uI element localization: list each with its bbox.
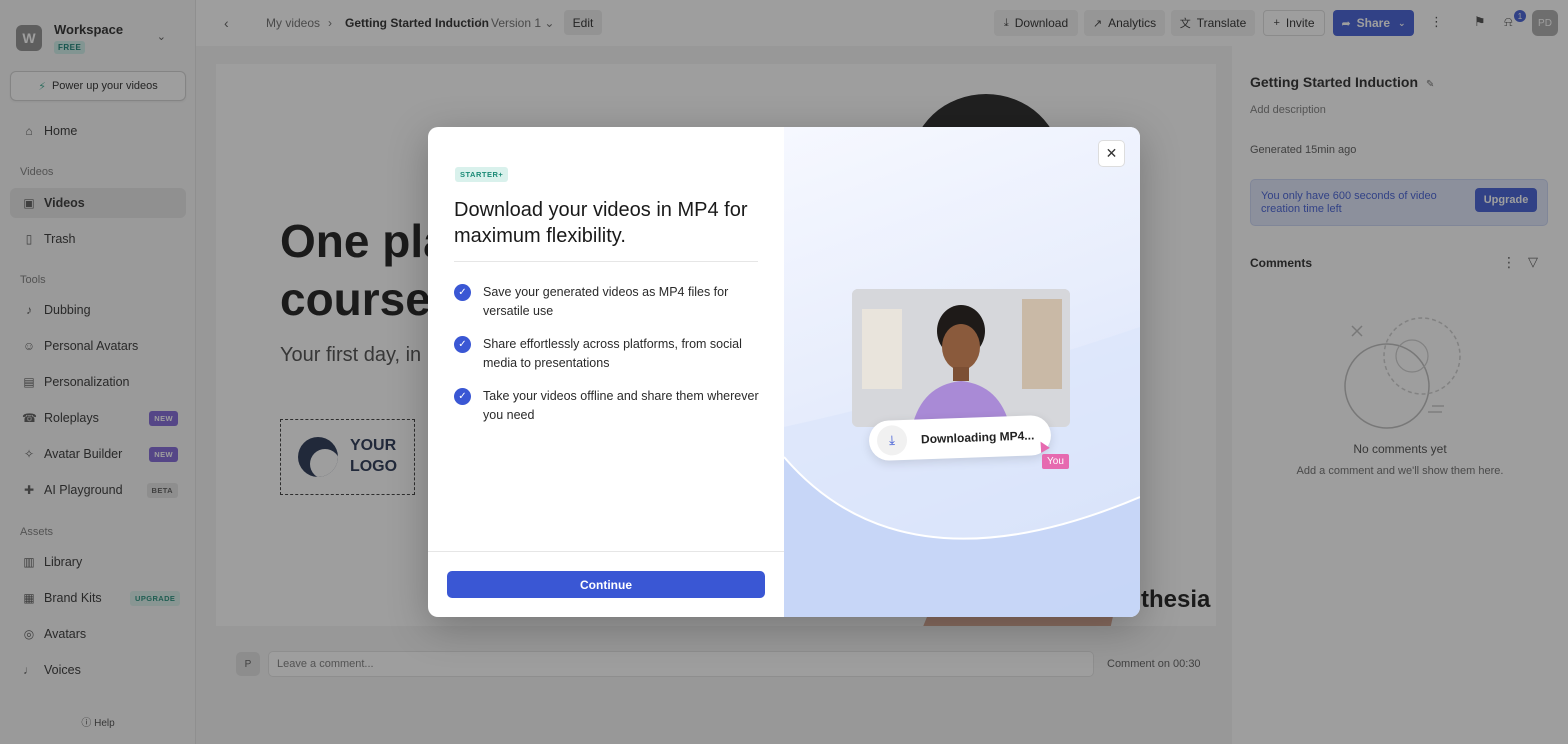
divider [454, 261, 758, 262]
close-icon: ✕ [1105, 145, 1118, 161]
check-icon: ✓ [454, 284, 471, 301]
modal-title: Download your videos in MP4 for maximum … [454, 199, 748, 247]
upgrade-modal: STARTER+ Download your videos in MP4 for… [428, 127, 1140, 617]
feature-text: Share effortlessly across platforms, fro… [483, 337, 742, 371]
feature-text: Take your videos offline and share them … [483, 389, 759, 423]
woman-avatar-image [852, 289, 1070, 427]
cursor-label: You [1042, 454, 1069, 469]
divider [428, 551, 784, 552]
feature-item: ✓ Share effortlessly across platforms, f… [454, 335, 764, 374]
close-button[interactable]: ✕ [1098, 140, 1125, 167]
feature-item: ✓ Save your generated videos as MP4 file… [454, 283, 764, 322]
check-icon: ✓ [454, 388, 471, 405]
avatar-photo [852, 289, 1070, 427]
modal-illustration: ✕ ⤓ Downloading MP4... You [784, 127, 1140, 617]
check-icon: ✓ [454, 336, 471, 353]
download-progress-text: Downloading MP4... [920, 428, 1035, 447]
plan-tag: STARTER+ [455, 167, 509, 182]
feature-item: ✓ Take your videos offline and share the… [454, 387, 764, 426]
download-icon: ⤓ [876, 424, 908, 456]
feature-text: Save your generated videos as MP4 files … [483, 285, 729, 319]
continue-button[interactable]: Continue [447, 571, 765, 598]
modal-content: STARTER+ Download your videos in MP4 for… [428, 127, 784, 617]
download-progress-pill: ⤓ Downloading MP4... [868, 414, 1052, 462]
